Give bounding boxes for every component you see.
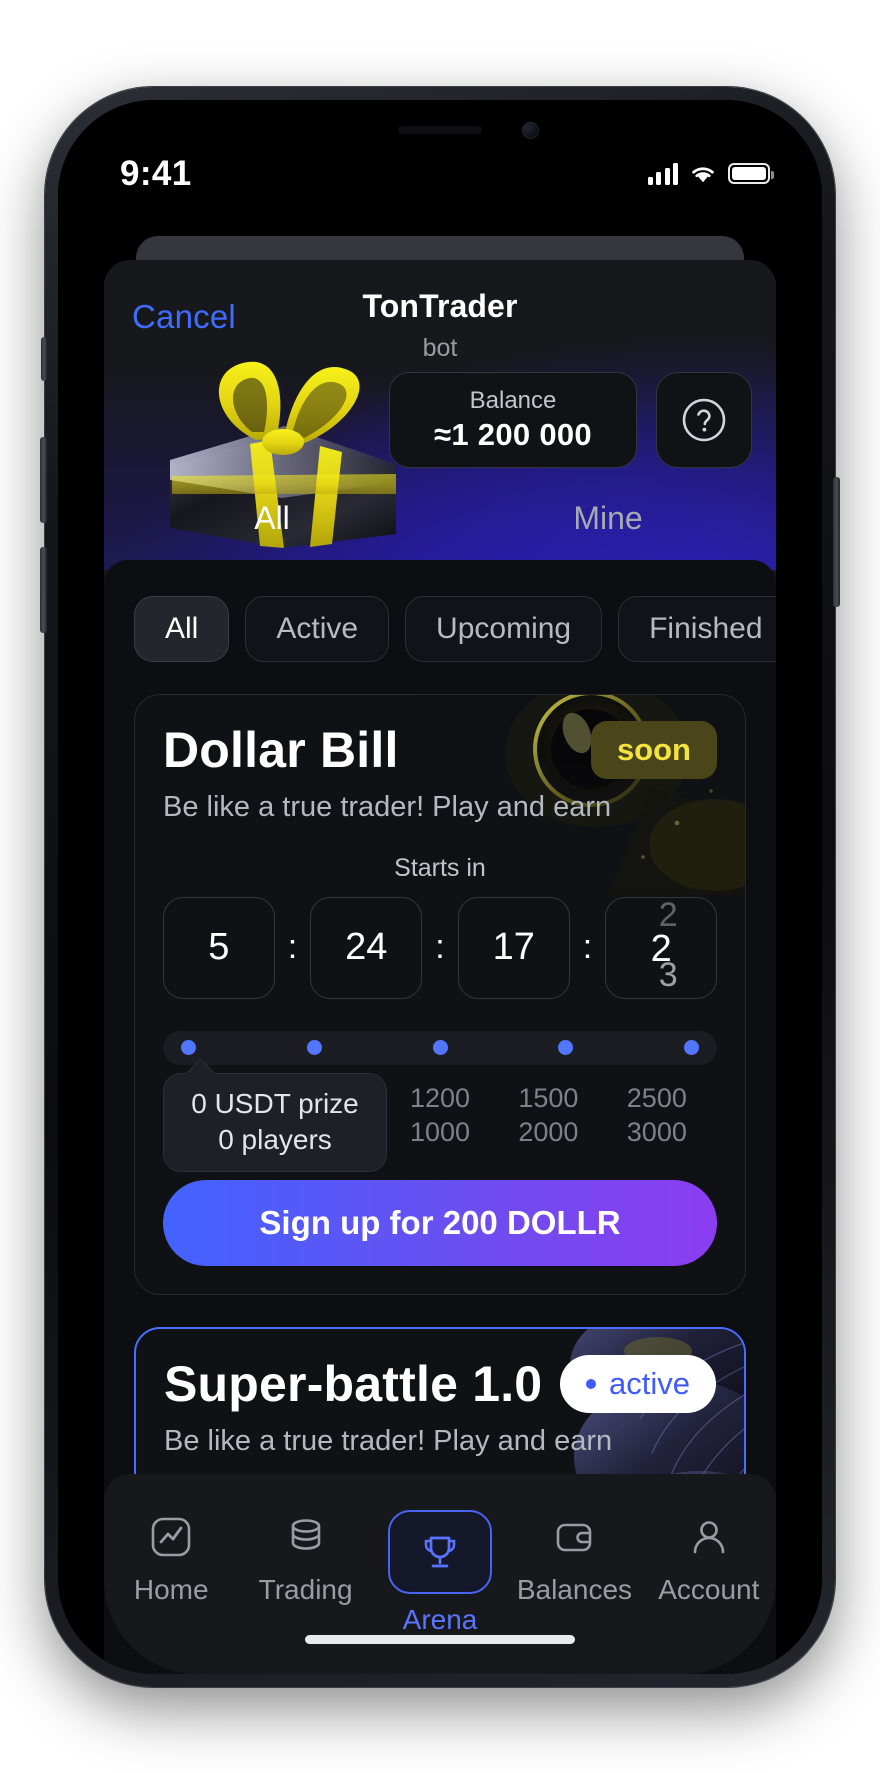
prize-tooltip-line-1: 0 USDT prize [191, 1087, 359, 1119]
nav-item-arena[interactable]: Arena [373, 1509, 507, 1636]
status-badge-active: active [560, 1354, 716, 1413]
wifi-icon [692, 166, 714, 182]
filter-chip-upcoming[interactable]: Upcoming [405, 595, 603, 662]
prize-tier-4-top: 1500 [518, 1082, 579, 1113]
trophy-icon [388, 1509, 493, 1594]
prize-progress: 1200 1000 1500 2000 2500 3000 0 USDT pri… [163, 1030, 717, 1173]
prize-tier-3: 1200 1000 [386, 1081, 494, 1150]
prize-tier-4: 1500 2000 [494, 1081, 602, 1150]
bottom-nav-items: Home Trading Arena Balances Account [104, 1509, 776, 1636]
filter-chip-row: All Active Upcoming Finished [104, 560, 776, 662]
filter-chip-finished[interactable]: Finished [618, 595, 776, 662]
nav-item-home[interactable]: Home [104, 1510, 238, 1606]
prize-dot-2[interactable] [306, 1040, 322, 1055]
user-icon [686, 1510, 732, 1564]
balance-row: Balance ≈1 200 000 [389, 371, 752, 468]
card-title-2: Super-battle 1.0 [164, 1355, 543, 1412]
countdown-timer: 5 : 24 : 17 : 2 2 3 [163, 896, 717, 999]
volume-down-button[interactable] [40, 546, 47, 633]
silent-switch[interactable] [41, 336, 47, 381]
tab-all[interactable]: All [104, 496, 440, 570]
prize-dot-3[interactable] [432, 1040, 448, 1055]
active-dot-icon [586, 1378, 597, 1389]
countdown-seconds: 2 2 3 [605, 896, 717, 999]
countdown-hours: 24 [310, 896, 423, 999]
status-badge-active-label: active [609, 1365, 690, 1401]
prize-tier-3-bottom: 1000 [409, 1117, 471, 1148]
countdown-days: 5 [163, 896, 275, 999]
prize-tier-5: 2500 3000 [603, 1081, 711, 1150]
prize-tier-4-bottom: 2000 [518, 1117, 579, 1148]
countdown-separator-2: : [435, 928, 445, 966]
status-badge-soon: soon [590, 720, 717, 779]
starts-in-label: Starts in [394, 853, 486, 882]
filter-chip-active[interactable]: Active [245, 595, 390, 662]
battery-full-icon [728, 163, 774, 184]
screenshot-stage: 9:41 Cancel TonTrader bot Balance ≈1 200… [0, 0, 880, 1773]
filter-chip-all[interactable]: All [134, 595, 230, 662]
signup-button[interactable]: Sign up for 200 DOLLR [163, 1179, 717, 1266]
prize-dot-1[interactable] [181, 1040, 196, 1055]
help-button[interactable] [656, 371, 752, 468]
balance-label: Balance [469, 386, 557, 414]
nav-item-trading-label: Trading [258, 1573, 353, 1605]
earpiece-speaker-icon [398, 125, 482, 134]
card-title: Dollar Bill [163, 721, 399, 778]
wallet-icon [551, 1510, 597, 1564]
nav-item-account[interactable]: Account [642, 1510, 776, 1606]
page-subtitle: bot [422, 333, 458, 362]
phone-inner: 9:41 Cancel TonTrader bot Balance ≈1 200… [58, 99, 822, 1674]
coins-stack-icon [283, 1510, 329, 1564]
nav-item-balances-label: Balances [516, 1573, 633, 1605]
prize-tier-5-top: 2500 [626, 1082, 687, 1113]
balance-value: ≈1 200 000 [434, 416, 592, 452]
page-title: TonTrader [362, 287, 518, 324]
prize-dot-4[interactable] [558, 1040, 574, 1055]
card-body: Dollar Bill soon Be like a true trader! … [135, 695, 745, 1294]
countdown-seconds-roller: 2 2 3 [606, 898, 716, 998]
countdown-separator-3: : [582, 928, 593, 966]
tab-mine-label: Mine [573, 499, 643, 536]
nav-item-trading[interactable]: Trading [238, 1510, 372, 1606]
status-bar-time: 9:41 [120, 153, 192, 193]
nav-item-balances[interactable]: Balances [507, 1510, 641, 1606]
balance-pill[interactable]: Balance ≈1 200 000 [389, 371, 637, 468]
chart-line-icon [148, 1510, 194, 1564]
nav-item-account-label: Account [658, 1573, 760, 1605]
tab-mine[interactable]: Mine [440, 496, 776, 570]
nav-item-home-label: Home [133, 1573, 209, 1605]
prize-tier-3-top: 1200 [409, 1082, 471, 1113]
tab-all-label: All [254, 499, 290, 536]
tournament-card-dollar-bill[interactable]: Dollar Bill soon Be like a true trader! … [134, 693, 746, 1295]
prize-dot-5[interactable] [684, 1040, 699, 1055]
home-indicator[interactable] [305, 1634, 575, 1644]
prize-progress-track [163, 1030, 717, 1065]
segment-tabs: All Mine [104, 496, 776, 570]
card-header: Dollar Bill soon [163, 720, 717, 779]
card-subtitle: Be like a true trader! Play and earn [163, 790, 612, 823]
nav-item-arena-label: Arena [402, 1603, 478, 1635]
prize-tooltip: 0 USDT prize 0 players [163, 1072, 387, 1173]
card-subtitle-2: Be like a true trader! Play and earn [164, 1424, 613, 1457]
phone-frame: 9:41 Cancel TonTrader bot Balance ≈1 200… [40, 86, 840, 1687]
volume-up-button[interactable] [40, 436, 47, 523]
card-header-2: Super-battle 1.0 active [164, 1354, 716, 1413]
bottom-navigation: Home Trading Arena Balances Account [104, 1473, 776, 1674]
prize-tooltip-line-2: 0 players [218, 1124, 332, 1156]
countdown-separator-1: : [287, 928, 298, 966]
countdown-seconds-next: 3 [658, 955, 678, 994]
question-circle-icon [682, 398, 726, 441]
prize-tier-5-bottom: 3000 [626, 1117, 687, 1148]
mini-app-navbar: Cancel TonTrader bot [104, 274, 776, 370]
power-button[interactable] [833, 476, 840, 607]
mini-app-sheet: Cancel TonTrader bot Balance ≈1 200 000 [104, 259, 776, 1674]
notch [297, 99, 583, 174]
countdown-minutes: 17 [457, 896, 570, 999]
status-bar-indicators [647, 162, 774, 185]
front-camera-icon [522, 121, 539, 139]
cellular-bars-icon [647, 162, 678, 185]
device-screen: 9:41 Cancel TonTrader bot Balance ≈1 200… [58, 99, 822, 1674]
